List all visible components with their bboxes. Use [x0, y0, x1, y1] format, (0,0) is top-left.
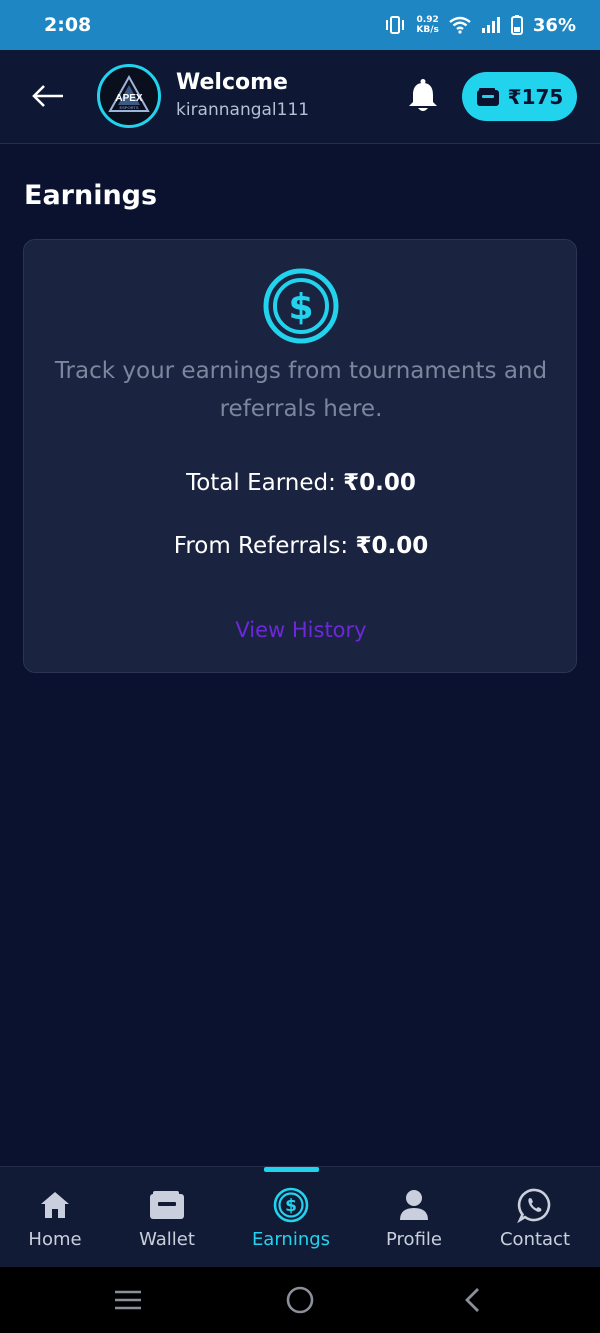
back-system-button[interactable] [458, 1283, 486, 1317]
svg-text:$: $ [285, 1196, 297, 1216]
home-system-button[interactable] [284, 1283, 316, 1317]
circle-icon [286, 1286, 314, 1314]
wallet-icon [150, 1191, 184, 1219]
whatsapp-icon [517, 1188, 551, 1223]
nav-contact-label: Contact [499, 1229, 571, 1250]
home-icon [41, 1192, 69, 1218]
nav-earnings-label: Earnings [251, 1229, 331, 1250]
referral-earnings-value: ₹0.00 [355, 533, 429, 559]
arrow-left-icon [32, 85, 63, 107]
back-button[interactable] [28, 78, 68, 114]
view-history-link[interactable]: View History [24, 618, 578, 642]
vibrate-icon [386, 16, 405, 34]
user-icon [400, 1190, 428, 1220]
nav-home-label: Home [28, 1229, 82, 1250]
app-header: APEX ESPORTS Welcome kirannangal111 ₹175 [0, 50, 600, 144]
chevron-left-icon [465, 1288, 479, 1312]
referral-earnings: From Referrals: ₹0.00 [24, 533, 578, 559]
logo-text: APEX [115, 93, 143, 104]
avatar[interactable]: APEX ESPORTS [97, 64, 161, 128]
nav-profile[interactable]: Profile [384, 1167, 444, 1268]
status-icons: 0.92 KB/s 36% [384, 15, 576, 36]
svg-text:$: $ [288, 287, 313, 328]
wallet-balance: ₹175 [507, 84, 564, 109]
notifications-button[interactable] [406, 78, 440, 114]
battery-icon [510, 15, 523, 35]
page-title: Earnings [24, 180, 158, 211]
status-bar: 2:08 0.92 KB/s 36% [0, 0, 600, 50]
nav-earnings[interactable]: $ Earnings [250, 1167, 332, 1268]
referral-earnings-label: From Referrals: [173, 533, 356, 559]
nav-wallet[interactable]: Wallet [136, 1167, 198, 1268]
network-speed: 0.92 KB/s [416, 15, 439, 35]
dollar-coin-icon: $ [263, 268, 339, 344]
total-earned-label: Total Earned: [186, 470, 344, 496]
logo-subtext: ESPORTS [119, 105, 138, 110]
battery-percent: 36% [532, 14, 576, 36]
bottom-navigation: Home Wallet $ Earnings Profile Contact [0, 1166, 600, 1267]
total-earned: Total Earned: ₹0.00 [24, 470, 578, 496]
earnings-card: $ Track your earnings from tournaments a… [23, 239, 577, 673]
bell-icon [409, 79, 437, 111]
earnings-description: Track your earnings from tournaments and… [54, 358, 548, 422]
menu-icon [115, 1290, 141, 1310]
apex-logo: APEX ESPORTS [108, 74, 150, 112]
nav-contact[interactable]: Contact [497, 1167, 573, 1268]
nav-wallet-label: Wallet [139, 1229, 195, 1250]
nav-home[interactable]: Home [25, 1167, 85, 1268]
wifi-icon [449, 16, 471, 34]
status-time: 2:08 [44, 14, 92, 36]
nav-profile-label: Profile [386, 1229, 442, 1250]
system-navigation-bar [0, 1267, 600, 1333]
wallet-icon [476, 87, 499, 106]
username: kirannangal111 [176, 100, 310, 120]
wallet-balance-button[interactable]: ₹175 [462, 72, 577, 121]
recent-apps-button[interactable] [112, 1283, 144, 1317]
dollar-coin-icon: $ [273, 1187, 309, 1223]
signal-icon [481, 17, 500, 33]
welcome-text: Welcome [176, 70, 288, 95]
total-earned-value: ₹0.00 [343, 470, 416, 496]
